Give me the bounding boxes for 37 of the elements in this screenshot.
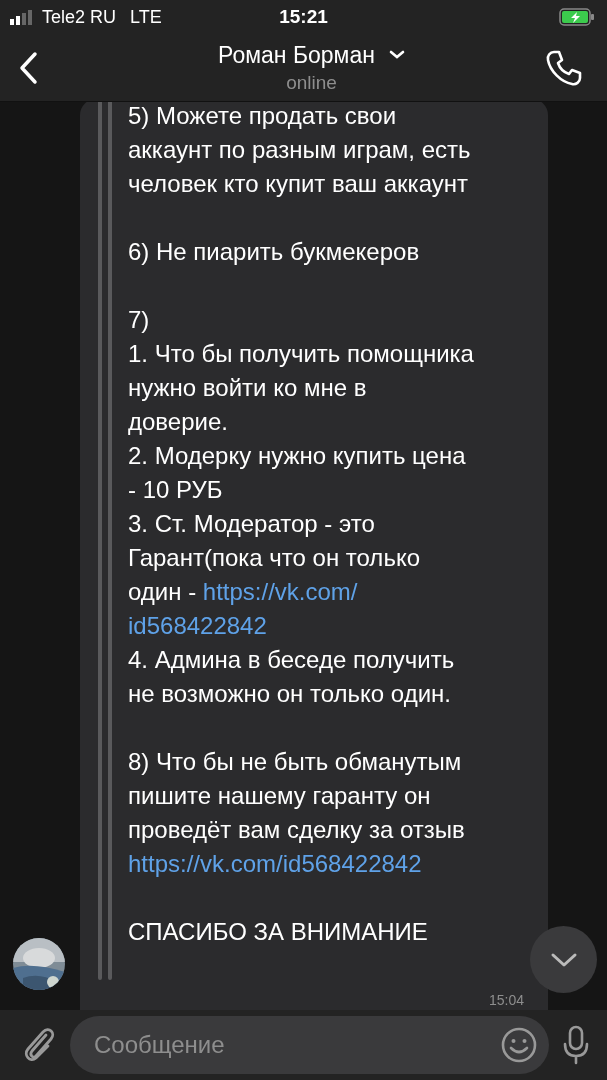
message-text: СПАСИБО ЗА ВНИМАНИЕ xyxy=(128,918,428,945)
chevron-down-icon xyxy=(549,951,578,968)
message-text: 4. Админа в беседе получить xyxy=(128,646,455,673)
message-text: человек кто купит ваш аккаунт xyxy=(128,170,468,197)
contact-name[interactable]: Роман Борман xyxy=(218,41,375,69)
chevron-icon[interactable] xyxy=(388,50,405,60)
message-text: 7) xyxy=(128,306,150,333)
message-field[interactable]: Сообщение xyxy=(70,1016,549,1074)
message-text: пишите нашему гаранту он xyxy=(128,782,431,809)
message-text: проведёт вам сделку за отзыв xyxy=(128,816,465,843)
battery-icon xyxy=(559,8,595,26)
clock: 15:21 xyxy=(278,6,329,28)
message-link[interactable]: https://vk.com/id568422842 xyxy=(128,850,422,877)
message-text: 6) Не пиарить букмекеров xyxy=(128,238,420,265)
message-text: доверие. xyxy=(128,408,228,435)
message-text: один - xyxy=(128,578,198,605)
back-icon xyxy=(18,50,38,85)
message-link[interactable]: id568422842 xyxy=(128,612,267,639)
back-button[interactable] xyxy=(18,50,38,85)
message-text: 2. Модерку нужно купить цена xyxy=(128,442,466,469)
network-type: LTE xyxy=(130,6,162,28)
message-text: 5) Можете продать свои xyxy=(128,102,397,129)
message-text: нужно войти ко мне в xyxy=(128,374,367,401)
microphone-icon[interactable] xyxy=(563,1025,589,1065)
phone-icon[interactable] xyxy=(545,48,583,87)
carrier: Tele2 RU xyxy=(42,6,117,28)
message-text: - 10 РУБ xyxy=(128,476,223,503)
contact-status: online xyxy=(286,71,337,94)
message-text: 1. Что бы получить помощника xyxy=(128,340,474,367)
message-text: 8) Что бы не быть обманутым xyxy=(128,748,462,775)
message-text: 3. Ст. Модератор - это xyxy=(128,510,375,537)
emoji-icon[interactable] xyxy=(501,1027,537,1063)
message-text: Гарант(пока что он только xyxy=(128,544,420,571)
message-text: не возможно он только один. xyxy=(128,680,451,707)
message-text: аккаунт по разным играм, есть xyxy=(128,136,471,163)
message-time: 15:04 xyxy=(488,992,524,1008)
message-link[interactable]: https://vk.com/ xyxy=(202,578,358,605)
